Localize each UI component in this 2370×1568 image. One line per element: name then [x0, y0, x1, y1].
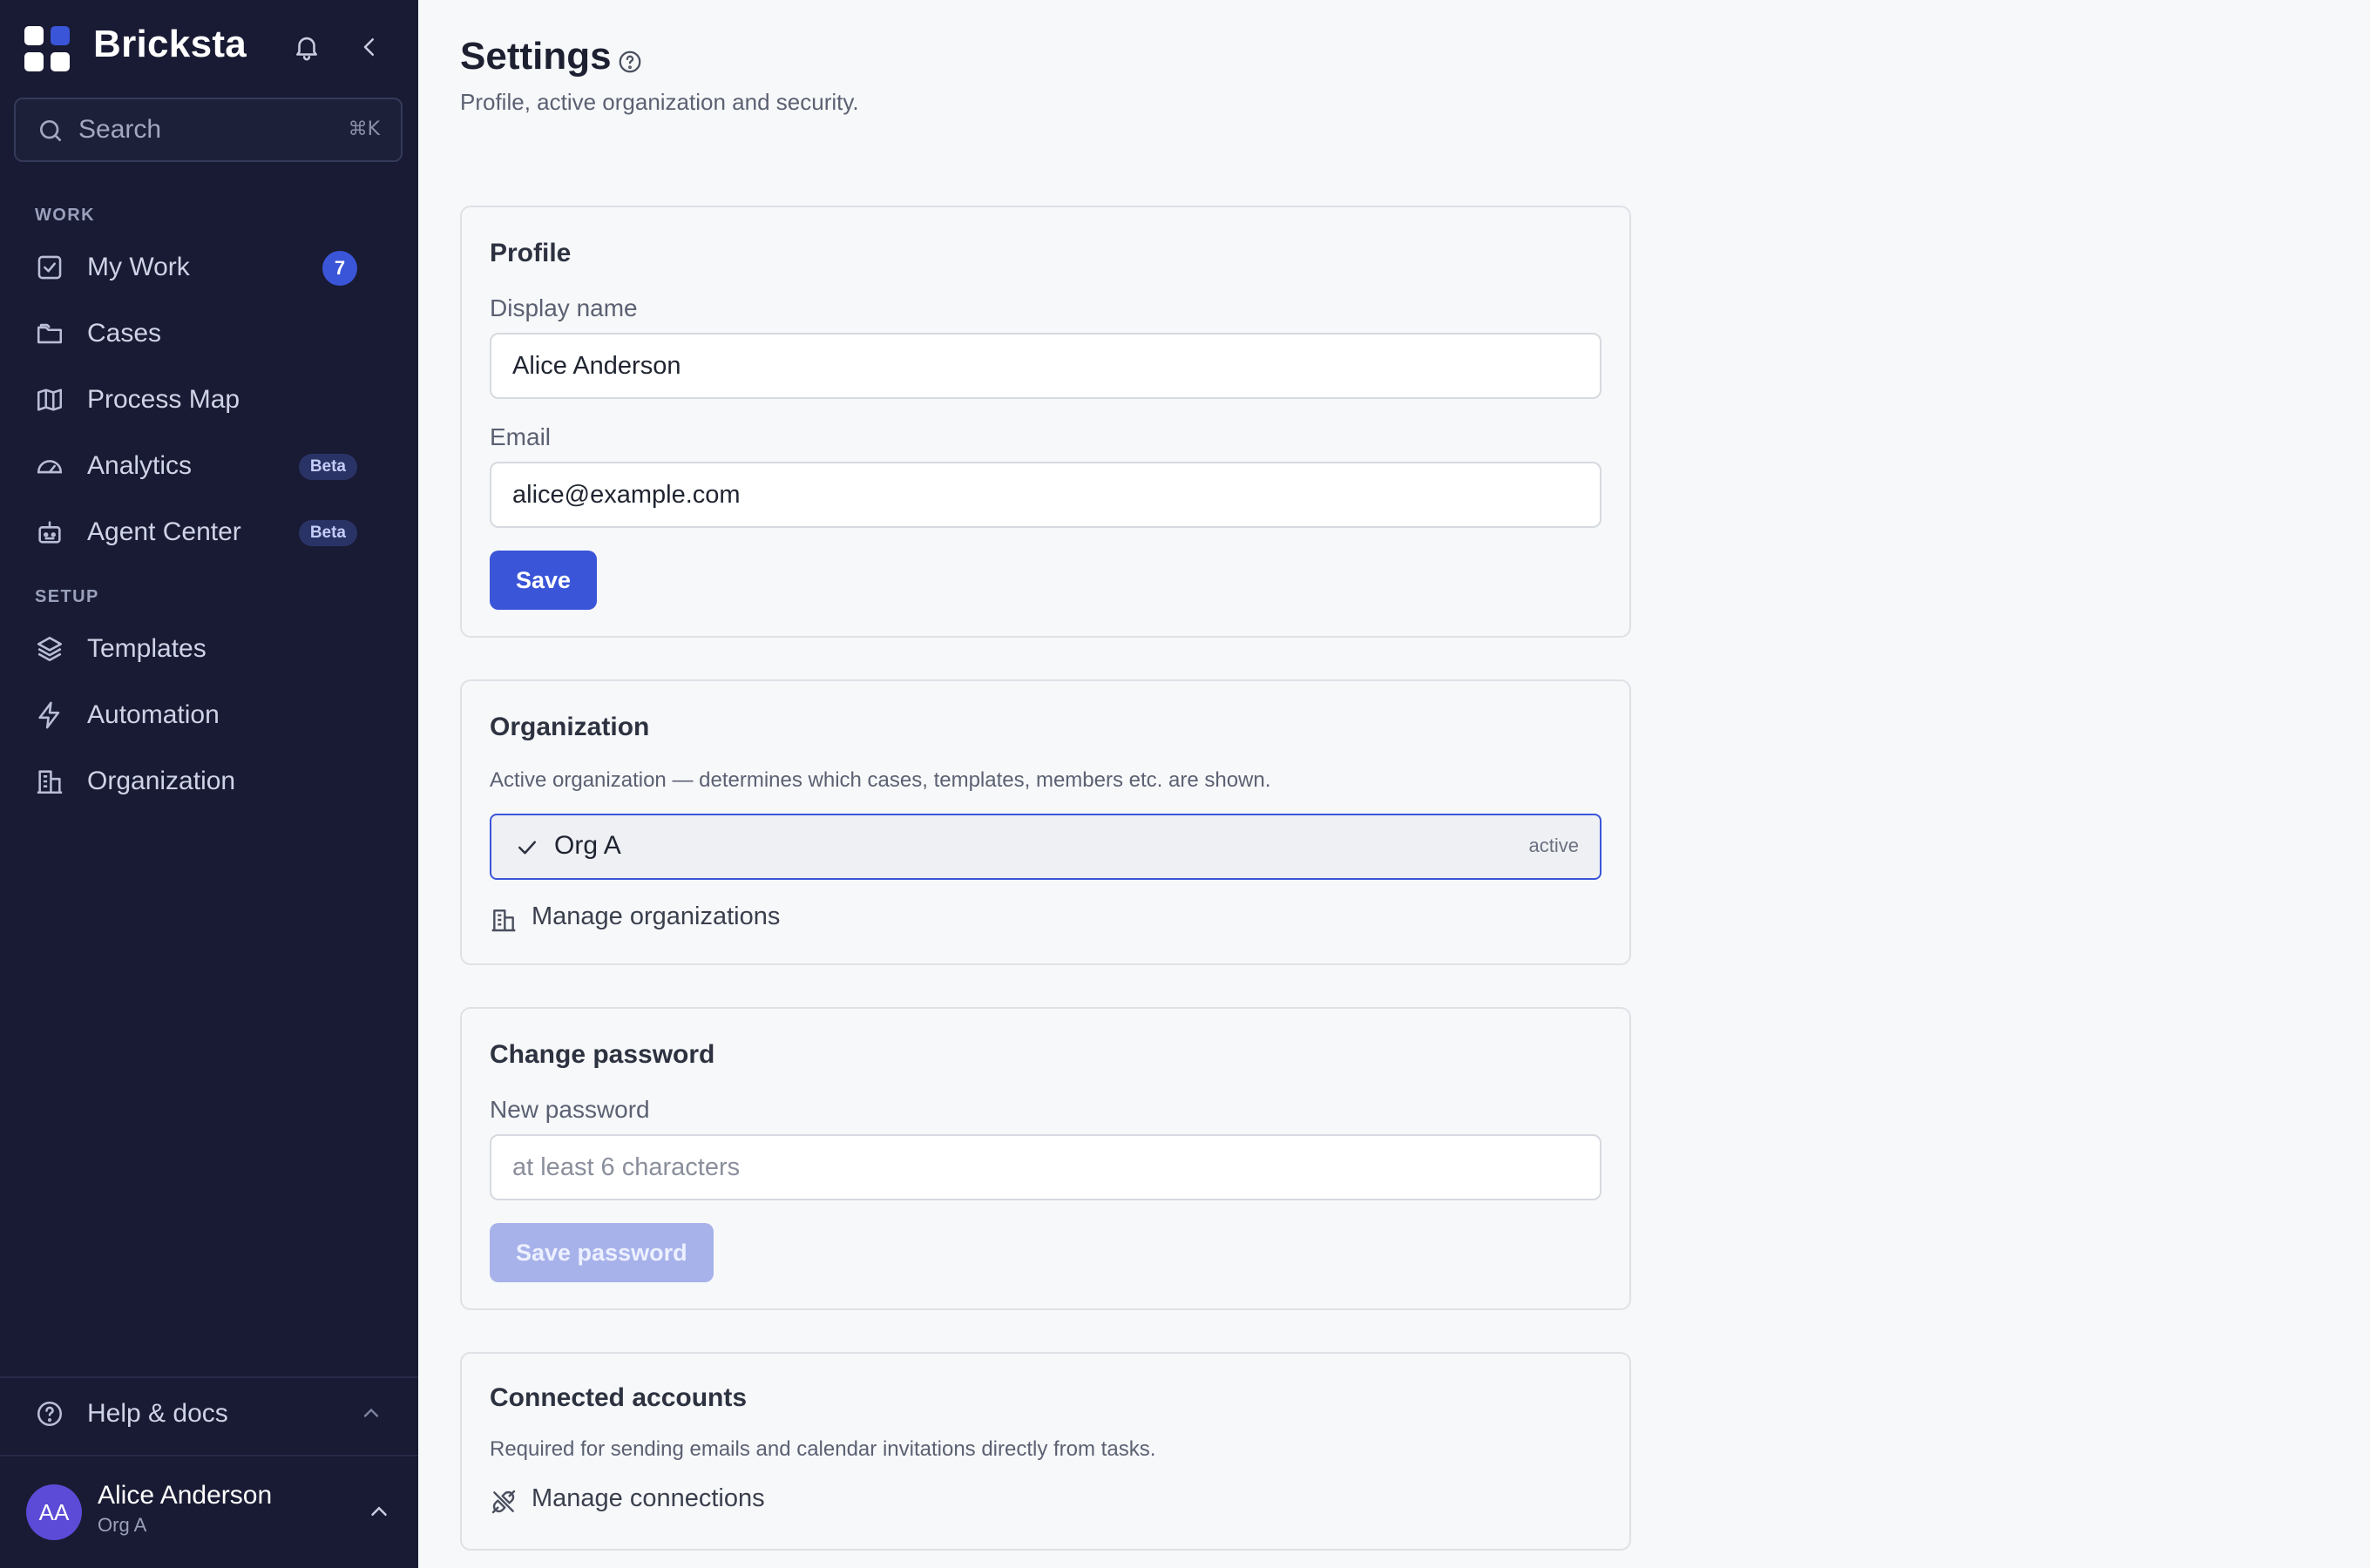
link-label: Manage connections	[532, 1484, 765, 1512]
sidebar: Bricksta Search ⌘K WORK My Work 7 Cases …	[0, 0, 418, 1568]
section-label-setup: SETUP	[35, 587, 99, 606]
sidebar-item-analytics[interactable]: Analytics Beta	[35, 439, 366, 495]
sidebar-item-label: Templates	[87, 634, 207, 663]
status-badge: active	[1528, 835, 1579, 856]
sidebar-item-label: Automation	[87, 700, 220, 729]
display-name-field[interactable]: Alice Anderson	[490, 333, 1601, 399]
brand-name: Bricksta	[93, 23, 247, 65]
help-circle-icon	[35, 1399, 64, 1433]
logo-icon	[24, 26, 70, 71]
org-name: Org A	[554, 831, 621, 860]
help-docs-item[interactable]: Help & docs	[35, 1394, 383, 1436]
sidebar-item-label: Process Map	[87, 385, 240, 414]
card-title: Connected accounts	[490, 1383, 748, 1412]
profile-card: Profile Display name Alice Anderson Emai…	[460, 206, 1631, 638]
page-subtitle: Profile, active organization and securit…	[460, 89, 859, 115]
save-password-button[interactable]: Save password	[490, 1223, 714, 1282]
plug-icon	[490, 1488, 518, 1520]
connected-accounts-card: Connected accounts Required for sending …	[460, 1352, 1631, 1551]
chevron-up-icon[interactable]	[359, 1401, 383, 1429]
layers-icon	[35, 634, 66, 666]
help-docs-label: Help & docs	[87, 1399, 228, 1428]
sidebar-item-label: Organization	[87, 767, 236, 795]
sidebar-item-label: Analytics	[87, 451, 193, 480]
change-password-card: Change password New password at least 6 …	[460, 1007, 1631, 1310]
sidebar-item-label: My Work	[87, 253, 190, 281]
card-title: Change password	[490, 1040, 715, 1069]
manage-connections-link[interactable]: Manage connections	[490, 1484, 838, 1519]
user-name: Alice Anderson	[98, 1481, 273, 1510]
bell-icon[interactable]	[289, 30, 324, 64]
count-badge: 7	[322, 251, 357, 286]
save-button[interactable]: Save	[490, 551, 598, 610]
bot-icon	[35, 517, 66, 549]
avatar: AA	[26, 1484, 82, 1540]
check-icon	[514, 835, 540, 865]
sidebar-item-label: Cases	[87, 319, 162, 348]
org-option-selected[interactable]: Org A active	[490, 814, 1601, 880]
folder-icon	[35, 319, 66, 350]
help-circle-icon[interactable]	[617, 49, 643, 79]
search-box[interactable]: Search ⌘K	[14, 98, 403, 162]
card-title: Profile	[490, 239, 572, 267]
sidebar-item-templates[interactable]: Templates	[35, 622, 366, 678]
building-icon	[35, 767, 66, 798]
sidebar-item-process-map[interactable]: Process Map	[35, 373, 366, 429]
collapse-sidebar-icon[interactable]	[352, 30, 387, 64]
user-menu[interactable]: AA Alice Anderson Org A	[26, 1481, 392, 1542]
sidebar-item-label: Agent Center	[87, 517, 241, 546]
chevron-up-icon[interactable]	[366, 1498, 392, 1529]
user-org: Org A	[98, 1514, 147, 1536]
map-icon	[35, 385, 66, 416]
manage-organizations-link[interactable]: Manage organizations	[490, 902, 838, 937]
link-label: Manage organizations	[532, 902, 781, 930]
sidebar-item-automation[interactable]: Automation	[35, 688, 366, 744]
field-label: Email	[490, 423, 552, 450]
organization-card: Organization Active organization — deter…	[460, 679, 1631, 965]
sidebar-divider	[0, 1455, 418, 1456]
new-password-field[interactable]: at least 6 characters	[490, 1134, 1601, 1200]
search-placeholder: Search	[78, 115, 162, 144]
section-label-work: WORK	[35, 206, 95, 225]
page-title: Settings	[460, 35, 612, 78]
search-icon	[37, 117, 64, 149]
checkbox-icon	[35, 253, 66, 284]
email-field[interactable]: alice@example.com	[490, 462, 1601, 528]
sidebar-item-my-work[interactable]: My Work 7	[35, 240, 366, 296]
building-icon	[490, 906, 518, 938]
search-shortcut: ⌘K	[348, 118, 380, 140]
field-label: New password	[490, 1096, 650, 1123]
beta-badge: Beta	[298, 454, 357, 480]
organization-description: Active organization — determines which c…	[490, 768, 1271, 792]
field-label: Display name	[490, 294, 638, 321]
card-title: Organization	[490, 713, 650, 741]
sidebar-item-cases[interactable]: Cases	[35, 307, 366, 362]
beta-badge: Beta	[298, 520, 357, 546]
gauge-icon	[35, 451, 66, 483]
sidebar-item-organization[interactable]: Organization	[35, 754, 366, 810]
sidebar-item-agent-center[interactable]: Agent Center Beta	[35, 505, 366, 561]
sidebar-divider	[0, 1376, 418, 1378]
connected-description: Required for sending emails and calendar…	[490, 1437, 1156, 1461]
bolt-icon	[35, 700, 66, 732]
